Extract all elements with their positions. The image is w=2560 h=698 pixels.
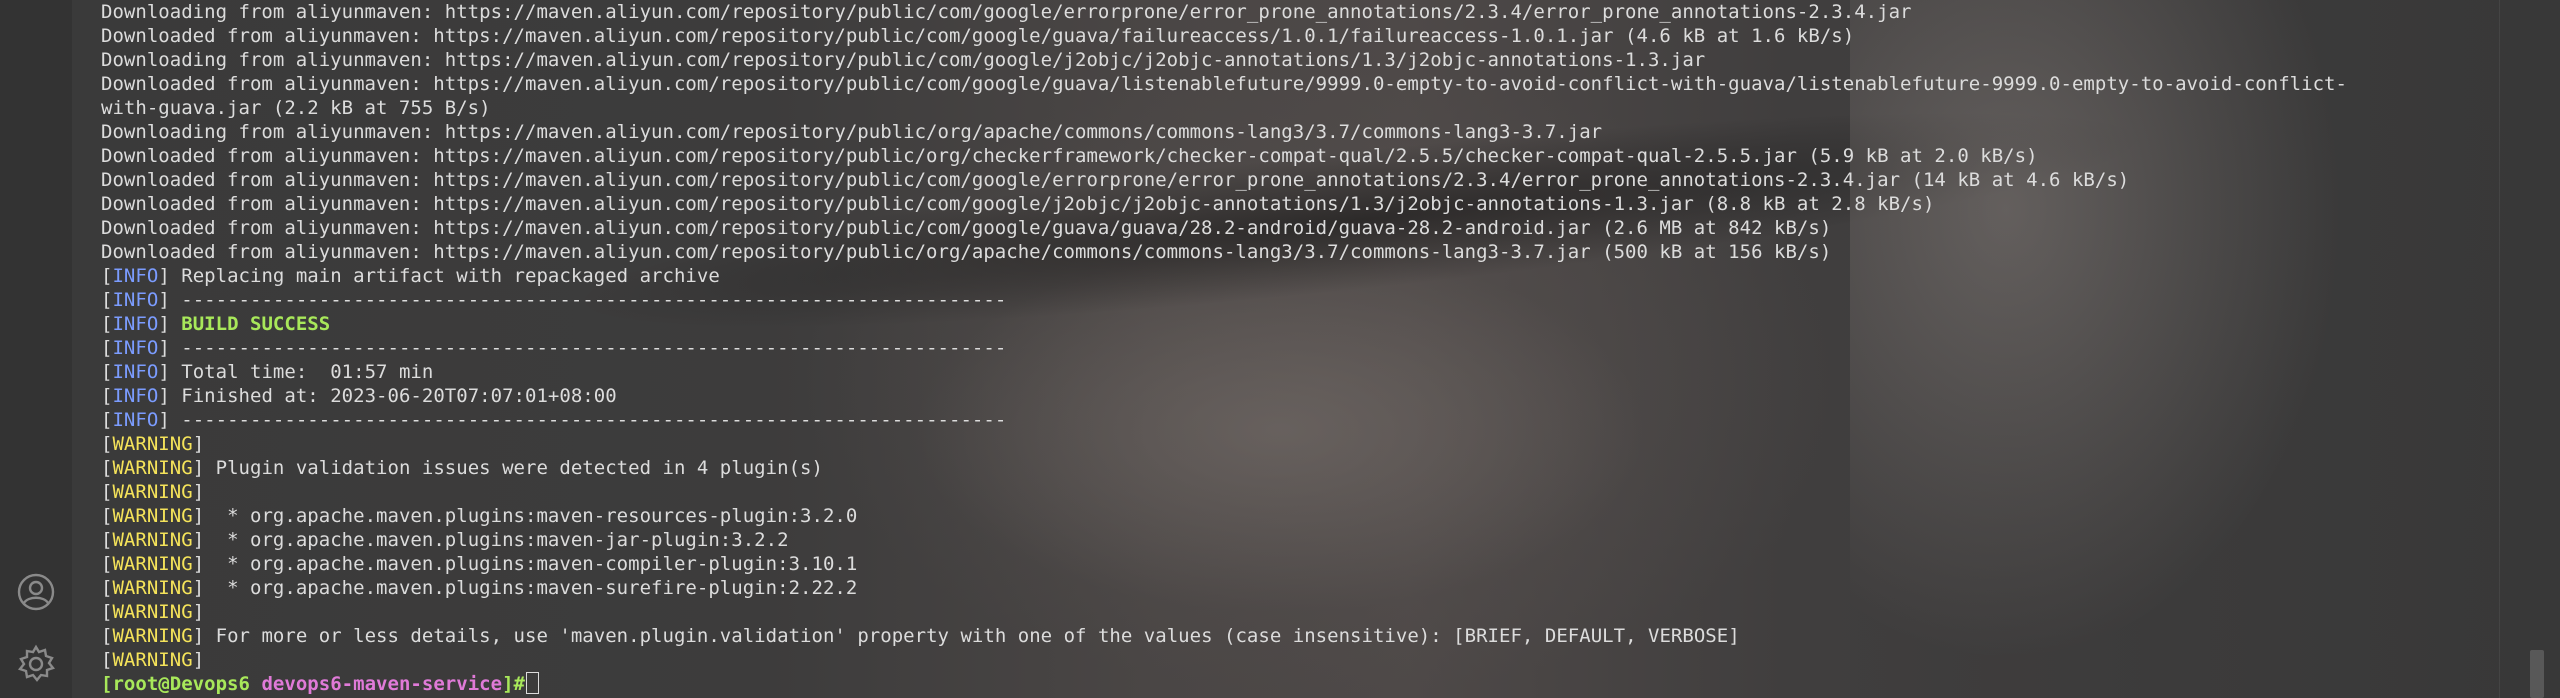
terminal-line: Downloaded from aliyunmaven: https://mav… <box>101 145 2038 167</box>
warning-tag: WARNING <box>112 649 193 671</box>
info-line: [INFO] ---------------------------------… <box>101 337 1007 359</box>
warning-text: * org.apache.maven.plugins:maven-jar-plu… <box>204 529 789 551</box>
terminal-line: Downloaded from aliyunmaven: https://mav… <box>101 25 1855 47</box>
info-line: [INFO] Finished at: 2023-06-20T07:07:01+… <box>101 385 617 407</box>
info-tag: INFO <box>112 313 159 335</box>
warning-line: [WARNING] * org.apache.maven.plugins:mav… <box>101 529 789 551</box>
separator-text: ----------------------------------------… <box>169 337 1007 359</box>
warning-text: Plugin validation issues were detected i… <box>204 457 823 479</box>
finished-at-text: Finished at: 2023-06-20T07:07:01+08:00 <box>169 385 617 407</box>
info-line: [INFO] ---------------------------------… <box>101 289 1007 311</box>
warning-line: [WARNING] <box>101 433 205 455</box>
warning-tag: WARNING <box>112 481 193 503</box>
terminal-line: Downloaded from aliyunmaven: https://mav… <box>101 73 2347 95</box>
warning-tag: WARNING <box>112 529 193 551</box>
info-line: [INFO] ---------------------------------… <box>101 409 1007 431</box>
info-tag: INFO <box>112 409 159 431</box>
warning-tag: WARNING <box>112 505 193 527</box>
warning-line: [WARNING] * org.apache.maven.plugins:mav… <box>101 577 858 599</box>
prompt-directory: devops6-maven-service <box>261 673 503 695</box>
info-tag: INFO <box>112 361 159 383</box>
warning-line: [WARNING] * org.apache.maven.plugins:mav… <box>101 553 858 575</box>
warning-tag: WARNING <box>112 601 193 623</box>
terminal-line: Downloaded from aliyunmaven: https://mav… <box>101 217 1832 239</box>
info-text: Replacing main artifact with repackaged … <box>169 265 720 287</box>
prompt-open-bracket: [ <box>101 673 113 695</box>
terminal-line: Downloading from aliyunmaven: https://ma… <box>101 1 1912 23</box>
warning-tag: WARNING <box>112 577 193 599</box>
prompt-user-host: root@Devops6 <box>112 673 250 695</box>
warning-line: [WARNING] For more or less details, use … <box>101 625 1740 647</box>
warning-tag: WARNING <box>112 553 193 575</box>
shell-prompt[interactable]: [root@Devops6 devops6-maven-service]# <box>101 672 2500 696</box>
terminal-line: Downloading from aliyunmaven: https://ma… <box>101 121 1603 143</box>
warning-line: [WARNING] <box>101 481 205 503</box>
info-tag: INFO <box>112 265 159 287</box>
warning-text: * org.apache.maven.plugins:maven-resourc… <box>204 505 858 527</box>
text-cursor[interactable] <box>526 672 540 694</box>
warning-text: For more or less details, use 'maven.plu… <box>204 625 1740 647</box>
terminal-line: Downloaded from aliyunmaven: https://mav… <box>101 241 1832 263</box>
info-line: [INFO] Total time: 01:57 min <box>101 361 434 383</box>
gear-icon[interactable] <box>16 644 56 684</box>
info-line: [INFO] Replacing main artifact with repa… <box>101 265 720 287</box>
info-line: [INFO] BUILD SUCCESS <box>101 313 331 335</box>
warning-line: [WARNING] * org.apache.maven.plugins:mav… <box>101 505 858 527</box>
separator-text: ----------------------------------------… <box>169 409 1007 431</box>
warning-line: [WARNING] Plugin validation issues were … <box>101 457 823 479</box>
info-tag: INFO <box>112 337 159 359</box>
warning-line: [WARNING] <box>101 601 205 623</box>
info-tag: INFO <box>112 289 159 311</box>
prompt-close: ]# <box>502 673 526 695</box>
terminal-line: Downloaded from aliyunmaven: https://mav… <box>101 193 1935 215</box>
warning-tag: WARNING <box>112 625 193 647</box>
terminal-line: with-guava.jar (2.2 kB at 755 B/s) <box>101 97 491 119</box>
terminal-output[interactable]: Downloading from aliyunmaven: https://ma… <box>101 0 2500 696</box>
separator-text: ----------------------------------------… <box>169 289 1007 311</box>
warning-tag: WARNING <box>112 457 193 479</box>
warning-text: * org.apache.maven.plugins:maven-compile… <box>204 553 858 575</box>
terminal-line: Downloading from aliyunmaven: https://ma… <box>101 49 1706 71</box>
build-success-text: BUILD SUCCESS <box>181 313 331 335</box>
warning-text: * org.apache.maven.plugins:maven-surefir… <box>204 577 858 599</box>
warning-tag: WARNING <box>112 433 193 455</box>
warning-line: [WARNING] <box>101 649 205 671</box>
sidebar <box>0 0 72 698</box>
total-time-text: Total time: 01:57 min <box>169 361 434 383</box>
scrollbar-thumb[interactable] <box>2530 650 2544 698</box>
user-icon[interactable] <box>16 572 56 612</box>
info-tag: INFO <box>112 385 159 407</box>
terminal-line: Downloaded from aliyunmaven: https://mav… <box>101 169 2130 191</box>
scrollbar[interactable] <box>2528 0 2544 698</box>
